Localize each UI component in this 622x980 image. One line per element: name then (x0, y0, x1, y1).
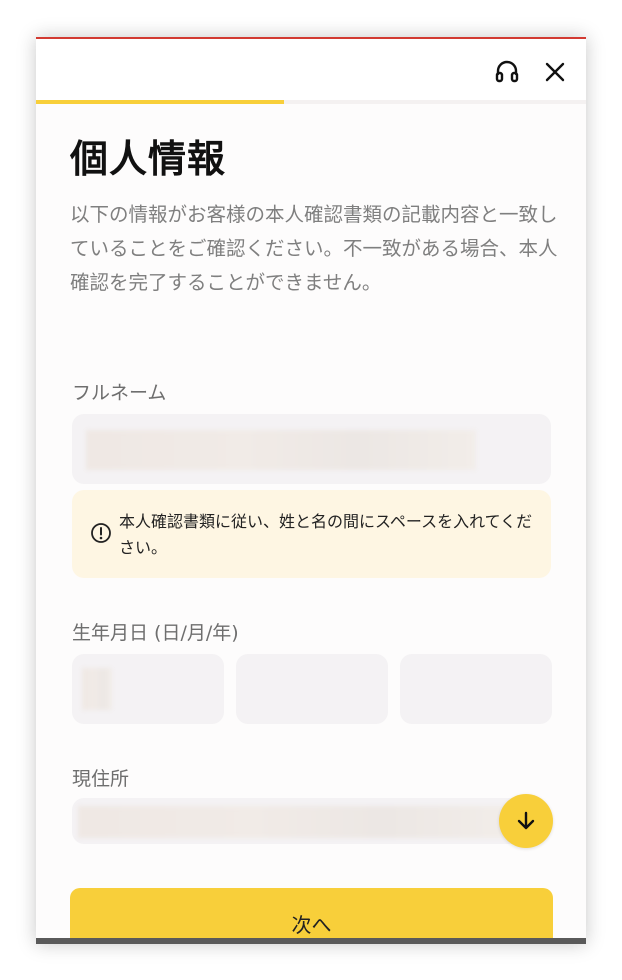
redacted-day-value (82, 668, 112, 710)
birthdate-label: 生年月日 (日/月/年) (72, 622, 239, 644)
support-button[interactable] (492, 57, 522, 87)
address-label: 現住所 (72, 768, 130, 790)
birth-year-input[interactable] (400, 654, 552, 724)
birth-day-input[interactable] (72, 654, 224, 724)
full-name-label: フルネーム (72, 382, 167, 404)
screen: 個人情報 以下の情報がお客様の本人確認書類の記載内容と一致していることをご確認く… (0, 0, 622, 980)
arrow-down-icon (517, 811, 535, 830)
bottom-bar (36, 938, 586, 944)
redacted-address-value (78, 806, 514, 838)
next-button[interactable]: 次へ (70, 888, 553, 944)
close-icon (545, 62, 565, 82)
info-icon (91, 523, 111, 543)
headset-icon (495, 60, 519, 83)
redacted-name-value (86, 430, 476, 470)
modal-panel: 個人情報 以下の情報がお客様の本人確認書類の記載内容と一致していることをご確認く… (36, 37, 586, 944)
modal-header (36, 39, 586, 101)
full-name-input[interactable] (72, 414, 551, 484)
scroll-down-button[interactable] (499, 794, 553, 848)
address-input[interactable] (72, 798, 522, 844)
progress-fill (36, 100, 284, 104)
page-title: 個人情報 (70, 137, 227, 181)
name-notice: 本人確認書類に従い、姓と名の間にスペースを入れてください。 (72, 490, 551, 578)
birth-month-input[interactable] (236, 654, 388, 724)
intro-text: 以下の情報がお客様の本人確認書類の記載内容と一致していることをご確認ください。不… (70, 203, 558, 294)
progress-bar (36, 100, 586, 104)
notice-text: 本人確認書類に従い、姓と名の間にスペースを入れてください。 (119, 512, 533, 557)
close-button[interactable] (540, 57, 570, 87)
